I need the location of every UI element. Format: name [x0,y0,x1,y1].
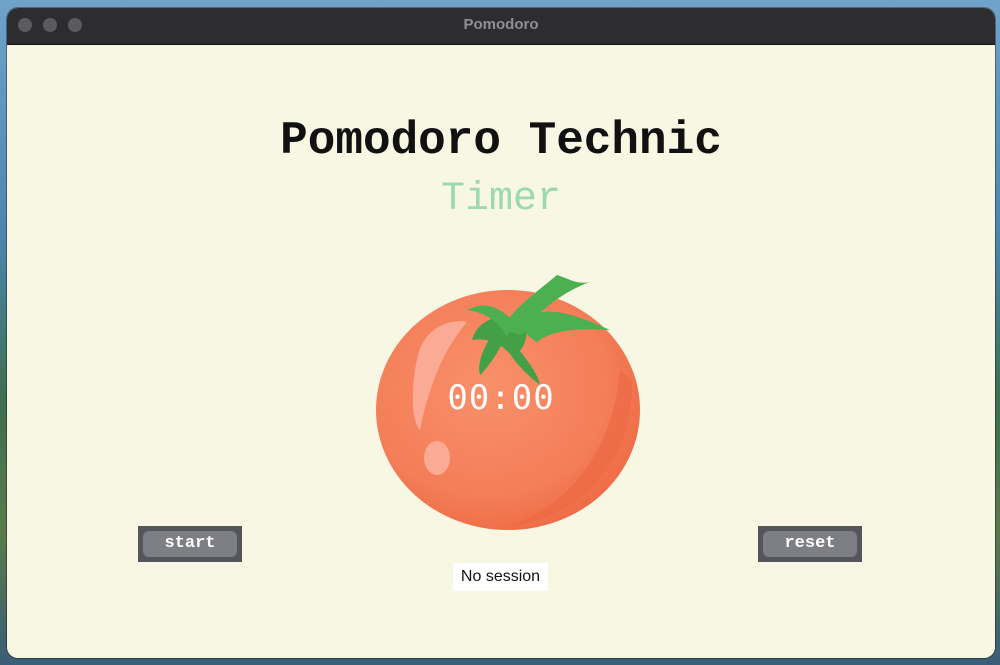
page-title: Pomodoro Technic [280,115,722,167]
start-button[interactable]: start [138,526,242,562]
session-status: No session [453,563,548,591]
start-button-label: start [143,531,237,557]
reset-button-label: reset [763,531,857,557]
timer-display: 00:00 [447,378,555,418]
reset-button[interactable]: reset [758,526,862,562]
title-bar[interactable]: Pomodoro [7,8,995,45]
app-window: Pomodoro Pomodoro Technic Timer 00:00 st… [7,8,995,658]
timer-label: Timer [440,177,562,222]
window-title: Pomodoro [463,16,539,33]
app-content: Pomodoro Technic Timer 00:00 start reset… [7,45,995,658]
